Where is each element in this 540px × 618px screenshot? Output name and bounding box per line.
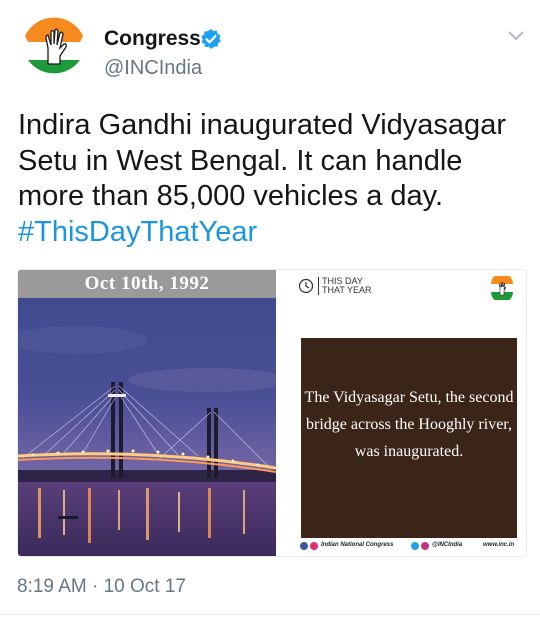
congress-logo-icon <box>490 273 514 303</box>
verified-badge-icon <box>200 28 222 50</box>
image-footer: Indian National Congress @INCIndia www.i… <box>280 540 526 554</box>
instagram-icon <box>310 542 318 550</box>
bridge-photo: Oct 10th, 1992 <box>18 270 288 556</box>
tweet-text: Indira Gandhi inaugurated Vidyasagar Set… <box>18 108 528 250</box>
chevron-down-icon[interactable] <box>505 26 527 44</box>
hashtag-link[interactable]: #ThisDayThatYear <box>18 216 257 248</box>
clock-icon <box>298 278 314 294</box>
divider <box>0 614 540 615</box>
bridge-illustration <box>18 270 288 556</box>
facebook-icon <box>300 542 308 550</box>
congress-hand-logo-icon <box>22 16 86 80</box>
date-banner: Oct 10th, 1992 <box>18 270 276 298</box>
date-label: Oct 10th, 1992 <box>84 273 210 294</box>
this-day-that-year-badge: THIS DAY THAT YEAR <box>318 277 372 295</box>
tweet-timestamp[interactable]: 8:19 AM · 10 Oct 17 <box>17 576 186 598</box>
media-image[interactable]: Oct 10th, 1992 THIS DAY THAT YEAR The Vi… <box>17 269 527 557</box>
caption-box: The Vidyasagar Setu, the second bridge a… <box>301 338 517 538</box>
footer-url: www.inc.in <box>483 542 515 548</box>
caption-text: The Vidyasagar Setu, the second bridge a… <box>304 389 514 460</box>
footer-handle: @INCIndia <box>432 542 463 548</box>
footer-org: Indian National Congress <box>321 542 394 548</box>
info-card: THIS DAY THAT YEAR The Vidyasagar Setu, … <box>280 270 526 556</box>
avatar[interactable] <box>22 16 86 80</box>
badge-line-2: THAT YEAR <box>322 285 372 295</box>
tweet-body: Indira Gandhi inaugurated Vidyasagar Set… <box>18 109 506 212</box>
user-handle[interactable]: @INCIndia <box>104 57 202 80</box>
display-name[interactable]: Congress <box>104 27 201 51</box>
twitter-icon <box>411 542 419 550</box>
instagram-icon-2 <box>421 542 429 550</box>
